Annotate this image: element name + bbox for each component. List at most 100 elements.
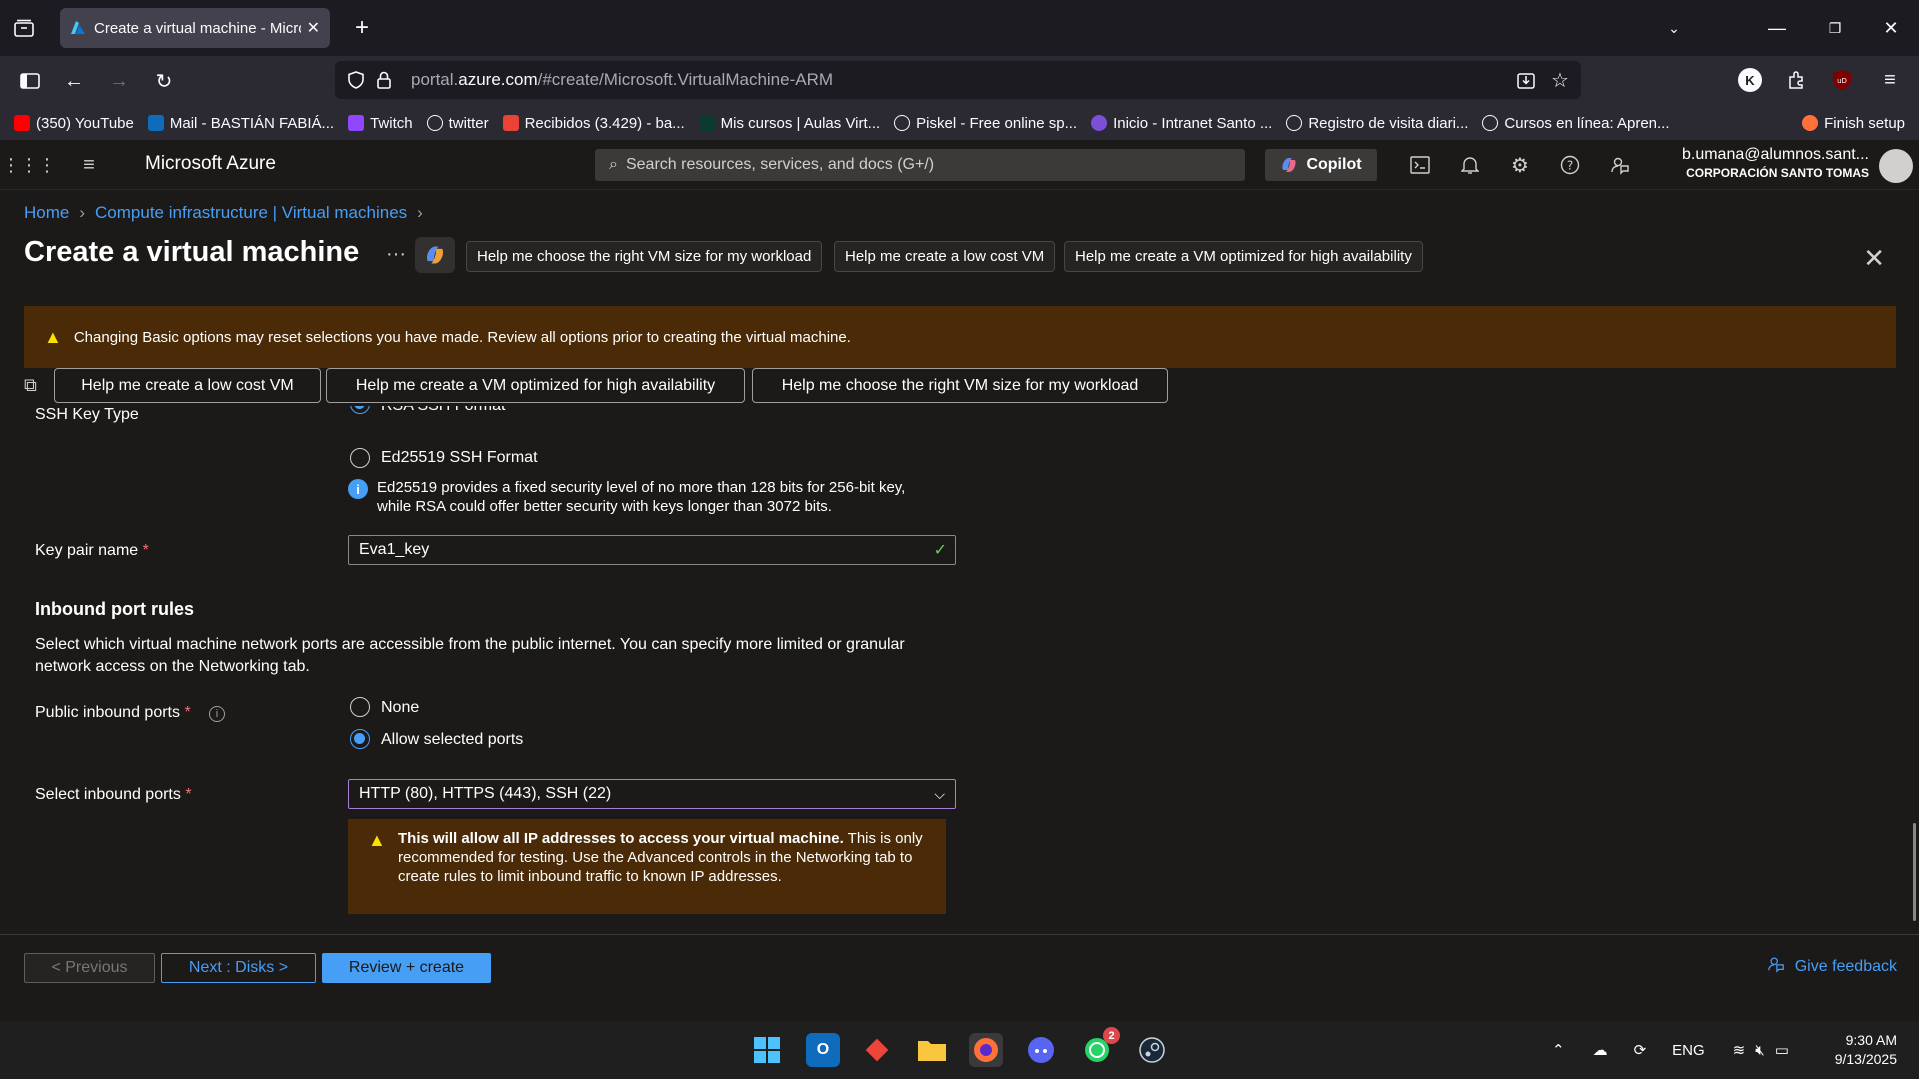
next-disks-button[interactable]: Next : Disks > [161, 953, 316, 983]
breadcrumb-virtual-machines[interactable]: Compute infrastructure | Virtual machine… [95, 203, 407, 223]
clock[interactable]: 9:30 AM 9/13/2025 [1835, 1031, 1897, 1069]
bookmark-piskel[interactable]: Piskel - Free online sp... [894, 115, 1077, 132]
key-pair-name-input[interactable]: Eva1_key ✓ [348, 535, 956, 565]
suggestion-vm-size[interactable]: Help me choose the right VM size for my … [752, 368, 1168, 403]
radio-none-label: None [381, 699, 420, 716]
discord-icon[interactable] [1024, 1033, 1058, 1067]
ublock-icon[interactable]: uD [1830, 68, 1854, 92]
outlook-icon[interactable]: O [806, 1033, 840, 1067]
settings-gear-icon[interactable]: ⚙ [1507, 152, 1533, 178]
create-vm-page: Home › Compute infrastructure | Virtual … [0, 191, 1919, 1022]
firefox-icon[interactable] [969, 1033, 1003, 1067]
bookmark-twitch[interactable]: Twitch [348, 115, 413, 132]
battery-icon[interactable]: ▭ [1775, 1041, 1789, 1059]
show-hidden-icons-icon[interactable]: ⌃ [1552, 1041, 1565, 1059]
forward-icon[interactable]: → [107, 69, 131, 93]
bookmark-star-icon[interactable]: ☆ [1549, 69, 1571, 92]
brand-title[interactable]: Microsoft Azure [145, 153, 276, 175]
help-icon[interactable]: ? [1557, 152, 1583, 178]
windows-start-icon[interactable] [750, 1033, 784, 1067]
bookmark-label: twitter [448, 114, 489, 132]
radio-allow-selected-label: Allow selected ports [381, 731, 524, 748]
scrollbar[interactable] [1913, 823, 1916, 921]
suggestion-low-cost[interactable]: Help me create a low cost VM [54, 368, 321, 403]
shield-icon[interactable] [345, 69, 367, 91]
portal-menu-icon[interactable]: ≡ [76, 152, 102, 178]
basic-options-warning: ▲ Changing Basic options may reset selec… [24, 306, 1896, 368]
close-tab-icon[interactable]: ✕ [307, 18, 320, 38]
extensions-icon[interactable] [1784, 68, 1808, 92]
account-k-icon[interactable]: K [1738, 68, 1762, 92]
lock-icon[interactable] [373, 69, 395, 91]
info-tooltip-icon[interactable]: i [209, 706, 225, 722]
wifi-icon[interactable]: ≋ [1733, 1041, 1746, 1059]
chip-high-availability[interactable]: Help me create a VM optimized for high a… [1064, 241, 1423, 272]
aulas-icon [698, 115, 715, 131]
firefox-icon [1802, 115, 1819, 131]
anydesk-icon[interactable] [860, 1033, 894, 1067]
bookmark-registro[interactable]: Registro de visita diari... [1286, 115, 1468, 132]
radio-rsa[interactable] [350, 406, 370, 414]
address-bar[interactable]: portal.azure.com/#create/Microsoft.Virtu… [335, 61, 1581, 99]
breadcrumb-home[interactable]: Home [24, 203, 69, 223]
account-org: CORPORACIÓN SANTO TOMAS [1686, 166, 1869, 180]
bookmark-aulas[interactable]: Mis cursos | Aulas Virt... [698, 115, 880, 132]
notifications-icon[interactable] [1457, 152, 1483, 178]
feedback-person-icon [1767, 955, 1785, 978]
minimize-icon[interactable]: — [1764, 16, 1790, 40]
avatar[interactable] [1879, 149, 1913, 183]
url-text[interactable]: portal.azure.com/#create/Microsoft.Virtu… [411, 70, 833, 90]
review-create-button[interactable]: Review + create [322, 953, 491, 983]
tab-list-icon[interactable] [12, 16, 36, 40]
search-input[interactable]: ⌕ Search resources, services, and docs (… [595, 149, 1245, 181]
ssh-key-type-label: SSH Key Type [35, 406, 139, 423]
info-icon: i [348, 479, 368, 499]
inbound-ports-select[interactable]: HTTP (80), HTTPS (443), SSH (22) ⌵ [348, 779, 956, 809]
bookmark-label: (350) YouTube [36, 114, 134, 132]
app-menu-icon[interactable]: ≡ [1878, 68, 1902, 92]
account-info[interactable]: b.umana@alumnos.sant... CORPORACIÓN SANT… [1682, 146, 1869, 180]
bookmark-mail[interactable]: Mail - BASTIÁN FABIÁ... [147, 115, 334, 132]
chip-low-cost[interactable]: Help me create a low cost VM [834, 241, 1056, 272]
whatsapp-icon[interactable]: 2 [1080, 1027, 1120, 1067]
bookmark-twitter[interactable]: twitter [426, 114, 489, 132]
sidebar-toggle-icon[interactable] [18, 69, 42, 93]
copilot-icon[interactable] [415, 237, 455, 273]
give-feedback-link[interactable]: Give feedback [1767, 955, 1897, 978]
new-tab-icon[interactable]: + [350, 14, 374, 41]
bookmark-intranet[interactable]: Inicio - Intranet Santo ... [1091, 115, 1272, 132]
sync-icon[interactable]: ⟳ [1634, 1041, 1647, 1059]
tab-azure-create-vm[interactable]: Create a virtual machine - Micro ✕ [60, 8, 330, 48]
ssh-info-line: Ed25519 provides a fixed security level … [377, 479, 906, 496]
install-app-icon[interactable] [1515, 69, 1537, 91]
radio-allow-selected[interactable] [350, 729, 370, 749]
radio-none[interactable] [350, 697, 370, 717]
reload-icon[interactable]: ↻ [152, 69, 176, 93]
bookmark-cursos[interactable]: Cursos en línea: Apren... [1482, 115, 1670, 132]
close-window-icon[interactable]: ✕ [1878, 16, 1904, 40]
radio-ed25519[interactable] [350, 448, 370, 468]
cloud-shell-icon[interactable] [1407, 152, 1433, 178]
close-icon[interactable]: ✕ [1863, 243, 1885, 274]
suggestion-high-availability[interactable]: Help me create a VM optimized for high a… [326, 368, 745, 403]
bookmark-youtube[interactable]: (350) YouTube [14, 115, 134, 132]
more-options-icon[interactable]: ··· [386, 243, 406, 266]
language-indicator[interactable]: ENG [1672, 1042, 1705, 1059]
app-launcher-icon[interactable]: ⋮⋮⋮ [2, 152, 56, 178]
key-pair-value: Eva1_key [359, 541, 430, 558]
onedrive-icon[interactable]: ☁ [1593, 1041, 1608, 1059]
file-explorer-icon[interactable] [915, 1033, 949, 1067]
back-icon[interactable]: ← [62, 69, 86, 93]
ssh-info-text: Ed25519 provides a fixed security level … [377, 478, 905, 516]
list-all-tabs-icon[interactable]: ⌄ [1662, 16, 1686, 40]
bookmark-gmail[interactable]: Recibidos (3.429) - ba... [502, 115, 685, 132]
volume-muted-icon[interactable]: 🔇︎ [1755, 1042, 1764, 1059]
copilot-button[interactable]: Copilot [1265, 149, 1377, 181]
required-mark: * [185, 786, 192, 803]
steam-icon[interactable] [1135, 1033, 1169, 1067]
finish-setup-link[interactable]: Finish setup [1802, 106, 1905, 140]
previous-button[interactable]: < Previous [24, 953, 155, 983]
chip-vm-size[interactable]: Help me choose the right VM size for my … [466, 241, 823, 272]
feedback-icon[interactable] [1607, 152, 1633, 178]
restore-icon[interactable]: ❐ [1822, 16, 1848, 40]
